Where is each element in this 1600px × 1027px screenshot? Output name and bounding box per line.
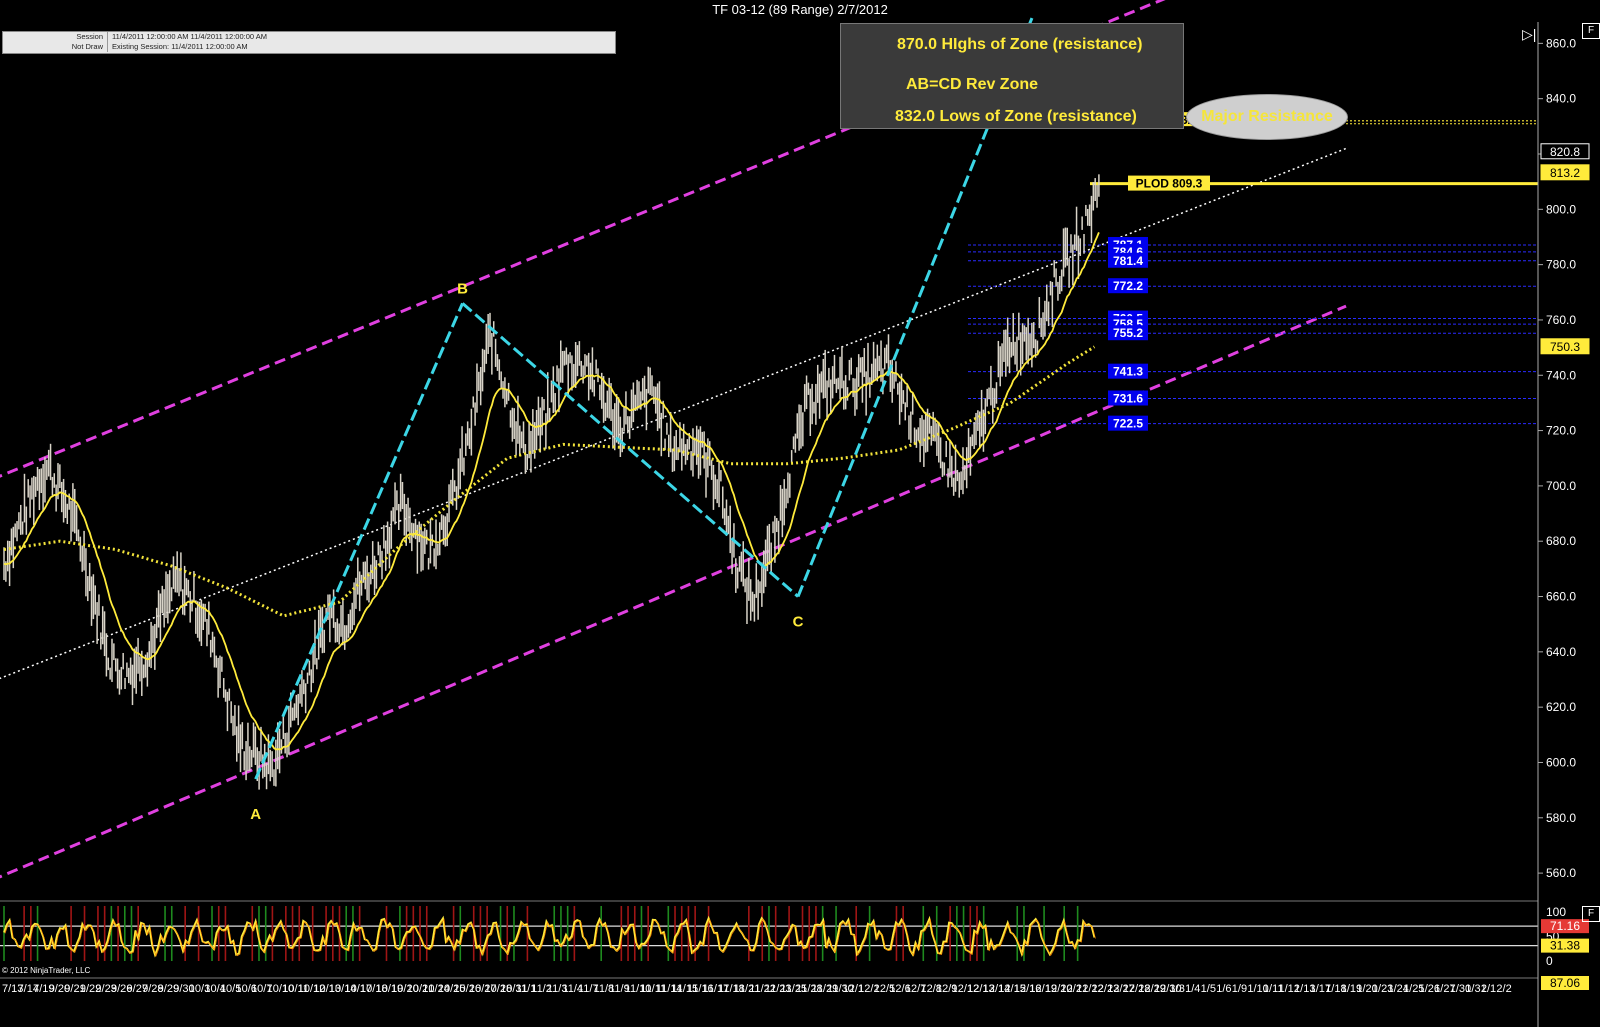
y-tick-label: 740.0	[1546, 368, 1576, 382]
session-info-panel[interactable]: Session 11/4/2011 12:00:00 AM 11/4/2011 …	[2, 31, 616, 54]
abcd-point-label: A	[250, 806, 261, 823]
reversal-zone-box: 870.0 HIghs of Zone (resistance) AB=CD R…	[840, 23, 1184, 129]
level-label: 781.4	[1113, 254, 1143, 268]
price-marker-label: 820.8	[1550, 145, 1580, 159]
oscillator-marker-label: 71.16	[1550, 919, 1580, 933]
not-draw-value: Existing Session: 11/4/2011 12:00:00 AM	[112, 42, 248, 51]
abcd-leg	[461, 302, 800, 598]
price-marker-label: 750.3	[1550, 340, 1580, 354]
collapse-panel-icon[interactable]: ▷|	[1522, 26, 1536, 43]
x-tick-label: 1/3	[1170, 983, 1185, 995]
level-label: 731.6	[1113, 391, 1143, 405]
y-tick-label: 720.0	[1546, 424, 1576, 438]
axes: 560.0 580.0 600.0 620.0 640.0 660.0 680.0 700.0…	[2, 22, 1590, 1027]
x-tick-label: 1/4	[1185, 983, 1200, 995]
y-tick-label: 580.0	[1546, 811, 1576, 825]
oscillator-panel	[0, 906, 1538, 979]
y-tick-label: 800.0	[1546, 202, 1576, 216]
zone-high-text: 870.0 HIghs of Zone (resistance)	[897, 36, 1143, 53]
y-tick-label: 620.0	[1546, 700, 1576, 714]
oscillator-last-label: 87.06	[1550, 976, 1580, 990]
abcd-point-label: C	[793, 614, 804, 631]
y-tick-label: 680.0	[1546, 534, 1576, 548]
x-tick-label: 1/6	[1216, 983, 1231, 995]
zone-low-text: 832.0 Lows of Zone (resistance)	[895, 108, 1137, 125]
y-tick-label: 760.0	[1546, 313, 1576, 327]
y-tick-label: 660.0	[1546, 590, 1576, 604]
y-tick-label: 560.0	[1546, 866, 1576, 880]
x-tick-label: 1/5	[1201, 983, 1216, 995]
price-chart: ABC832.0CD 832.6PLOD 809.3787.1784.6781.…	[0, 0, 1590, 1027]
window-title: TF 03-12 (89 Range) 2/7/2012	[712, 2, 888, 17]
level-label: 755.2	[1113, 326, 1143, 340]
oscillator-tick-label: 100	[1546, 905, 1566, 919]
level-label: 772.2	[1113, 279, 1143, 293]
session-key: Session	[3, 32, 108, 42]
x-tick-label: 2/2	[1496, 983, 1511, 995]
y-tick-label: 780.0	[1546, 258, 1576, 272]
level-label: 722.5	[1113, 417, 1143, 431]
oscillator-signal-line	[4, 918, 1096, 957]
abcd-leg	[254, 302, 464, 780]
not-draw-key: Not Draw	[3, 42, 108, 52]
level-label: 741.3	[1113, 365, 1143, 379]
zone-title-text: AB=CD Rev Zone	[906, 76, 1039, 93]
x-tick-label: 1/9	[1232, 983, 1247, 995]
oscillator-marker-label: 31.38	[1550, 939, 1580, 953]
price-panel-f-button[interactable]: F	[1582, 23, 1600, 39]
y-tick-label: 840.0	[1546, 92, 1576, 106]
x-tick-label: 2/1	[1481, 983, 1496, 995]
copyright-text: © 2012 NinjaTrader, LLC	[2, 966, 91, 975]
abcd-point-label: B	[457, 280, 468, 297]
y-tick-label: 860.0	[1546, 36, 1576, 50]
plod-label: PLOD 809.3	[1136, 177, 1203, 191]
oscillator-panel-f-button[interactable]: F	[1582, 906, 1600, 922]
y-tick-label: 640.0	[1546, 645, 1576, 659]
oscillator-tick-label: 0	[1546, 954, 1553, 968]
y-tick-label: 700.0	[1546, 479, 1576, 493]
session-value: 11/4/2011 12:00:00 AM 11/4/2011 12:00:00…	[112, 32, 267, 41]
major-resistance-callout: Major Resistance	[1186, 94, 1348, 140]
y-tick-label: 600.0	[1546, 755, 1576, 769]
price-marker-label: 813.2	[1550, 166, 1580, 180]
